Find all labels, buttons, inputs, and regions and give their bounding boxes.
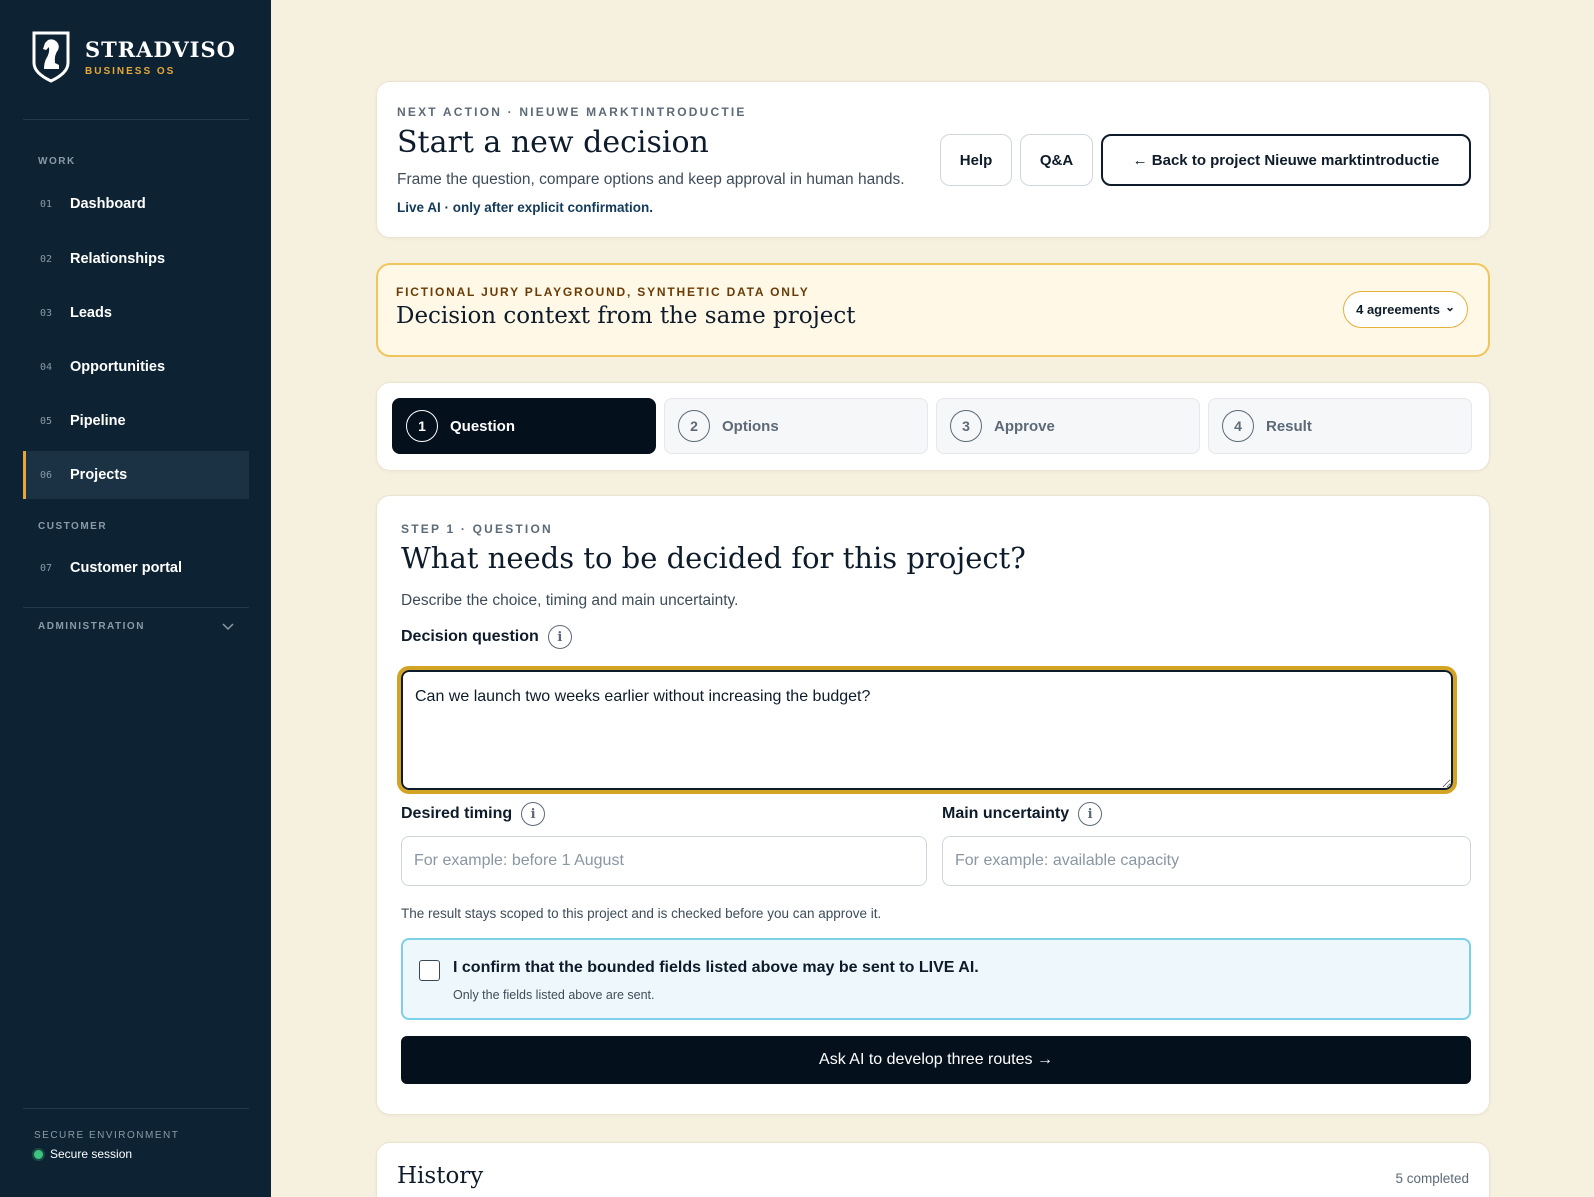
nav-number: 01 bbox=[40, 198, 53, 210]
sidebar-item-pipeline[interactable]: 05 Pipeline bbox=[23, 397, 249, 445]
brand-name: STRADVISO bbox=[85, 36, 236, 62]
info-icon[interactable]: i bbox=[521, 802, 546, 826]
back-to-project-button[interactable]: ← Back to project Nieuwe marktintroducti… bbox=[1101, 134, 1471, 186]
nav-number: 06 bbox=[40, 469, 53, 481]
nav-number: 05 bbox=[40, 415, 53, 427]
sidebar-item-customer-portal[interactable]: 07 Customer portal bbox=[23, 544, 249, 592]
history-card: History 5 completed bbox=[376, 1142, 1490, 1197]
question-form-card: STEP 1 · QUESTION What needs to be decid… bbox=[376, 495, 1490, 1115]
header-subtitle: Frame the question, compare options and … bbox=[397, 171, 905, 188]
step-label: Result bbox=[1266, 417, 1312, 435]
notice-eyebrow: FICTIONAL JURY PLAYGROUND, SYNTHETIC DAT… bbox=[396, 285, 810, 299]
agreements-dropdown[interactable]: 4 agreements ⌄ bbox=[1343, 291, 1468, 328]
knight-shield-icon bbox=[32, 31, 70, 83]
stepper-card: 1 Question 2 Options 3 Approve 4 Result bbox=[376, 382, 1490, 471]
secure-title: SECURE ENVIRONMENT bbox=[34, 1130, 180, 1141]
step-result[interactable]: 4 Result bbox=[1208, 398, 1472, 454]
sidebar: STRADVISO BUSINESS OS WORK 01 Dashboard … bbox=[0, 0, 271, 1197]
section-label-work: WORK bbox=[38, 156, 76, 167]
section-label-customer: CUSTOMER bbox=[38, 521, 108, 532]
step-label: Options bbox=[722, 417, 779, 435]
step-question[interactable]: 1 Question bbox=[392, 398, 656, 454]
nav-number: 04 bbox=[40, 361, 53, 373]
step-options[interactable]: 2 Options bbox=[664, 398, 928, 454]
sidebar-item-dashboard[interactable]: 01 Dashboard bbox=[23, 180, 249, 228]
header-eyebrow: NEXT ACTION · NIEUWE MARKTINTRODUCTIE bbox=[397, 105, 747, 119]
secure-environment: SECURE ENVIRONMENT Secure session bbox=[34, 1130, 179, 1161]
administration-toggle[interactable]: ADMINISTRATION bbox=[23, 614, 249, 638]
field-label-text: Decision question bbox=[401, 628, 539, 645]
history-title: History bbox=[397, 1163, 484, 1189]
sidebar-item-projects[interactable]: 06 Projects bbox=[23, 451, 249, 499]
step-number: 1 bbox=[406, 410, 438, 442]
context-notice: FICTIONAL JURY PLAYGROUND, SYNTHETIC DAT… bbox=[376, 263, 1490, 357]
sidebar-item-relationships[interactable]: 02 Relationships bbox=[23, 235, 249, 283]
status-dot-icon bbox=[34, 1149, 43, 1159]
step-label: Question bbox=[450, 417, 516, 435]
info-icon[interactable]: i bbox=[547, 625, 572, 649]
step-label: Approve bbox=[994, 417, 1055, 435]
nav-label: Customer portal bbox=[70, 560, 182, 576]
sidebar-item-opportunities[interactable]: 04 Opportunities bbox=[23, 343, 249, 391]
page-title: Start a new decision bbox=[397, 125, 709, 160]
confirm-label[interactable]: I confirm that the bounded fields listed… bbox=[453, 959, 979, 977]
step-number: 4 bbox=[1222, 410, 1254, 442]
nav-label: Dashboard bbox=[70, 196, 146, 212]
scope-note: The result stays scoped to this project … bbox=[401, 906, 882, 921]
field-label-text: Main uncertainty bbox=[942, 805, 1070, 822]
sidebar-divider bbox=[23, 119, 249, 120]
desired-timing-label: Desired timing i bbox=[401, 802, 546, 826]
info-icon[interactable]: i bbox=[1078, 802, 1103, 826]
form-eyebrow: STEP 1 · QUESTION bbox=[401, 522, 553, 536]
decision-question-label: Decision question i bbox=[401, 625, 572, 649]
header-card: NEXT ACTION · NIEUWE MARKTINTRODUCTIE St… bbox=[376, 81, 1490, 238]
step-number: 3 bbox=[950, 410, 982, 442]
form-subtitle: Describe the choice, timing and main unc… bbox=[401, 592, 739, 609]
nav-label: Opportunities bbox=[70, 359, 166, 375]
nav-number: 07 bbox=[40, 562, 53, 574]
chevron-down-icon: ⌄ bbox=[1444, 299, 1455, 314]
nav-number: 02 bbox=[40, 253, 53, 265]
notice-title: Decision context from the same project bbox=[396, 303, 856, 329]
decision-question-input[interactable]: Can we launch two weeks earlier without … bbox=[397, 666, 1457, 794]
help-button[interactable]: Help bbox=[940, 134, 1012, 186]
sidebar-divider bbox=[23, 1108, 249, 1109]
chevron-down-icon bbox=[222, 623, 234, 631]
ask-ai-button[interactable]: Ask AI to develop three routes → bbox=[401, 1036, 1471, 1084]
brand-logo[interactable]: STRADVISO BUSINESS OS bbox=[31, 29, 236, 84]
desired-timing-input[interactable] bbox=[401, 836, 927, 886]
agreements-label: 4 agreements bbox=[1356, 302, 1440, 317]
step-approve[interactable]: 3 Approve bbox=[936, 398, 1200, 454]
step-number: 2 bbox=[678, 410, 710, 442]
live-ai-confirmation: I confirm that the bounded fields listed… bbox=[401, 938, 1471, 1020]
confirm-checkbox[interactable] bbox=[419, 960, 440, 981]
nav-label: Pipeline bbox=[70, 413, 126, 429]
form-title: What needs to be decided for this projec… bbox=[401, 541, 1026, 575]
nav-number: 03 bbox=[40, 307, 53, 319]
sidebar-divider bbox=[23, 607, 249, 608]
qa-button[interactable]: Q&A bbox=[1020, 134, 1093, 186]
history-count: 5 completed bbox=[1395, 1171, 1469, 1186]
secure-status: Secure session bbox=[50, 1147, 133, 1161]
field-label-text: Desired timing bbox=[401, 805, 513, 822]
live-ai-note: Live AI · only after explicit confirmati… bbox=[397, 200, 654, 215]
nav-label: Relationships bbox=[70, 251, 166, 267]
confirm-sublabel: Only the fields listed above are sent. bbox=[453, 988, 655, 1002]
section-label-administration: ADMINISTRATION bbox=[38, 620, 145, 632]
main-uncertainty-input[interactable] bbox=[942, 836, 1471, 886]
sidebar-item-leads[interactable]: 03 Leads bbox=[23, 289, 249, 337]
main-uncertainty-label: Main uncertainty i bbox=[942, 802, 1103, 826]
brand-subtitle: BUSINESS OS bbox=[85, 65, 176, 77]
nav-label: Leads bbox=[70, 305, 112, 321]
nav-label: Projects bbox=[70, 467, 128, 483]
